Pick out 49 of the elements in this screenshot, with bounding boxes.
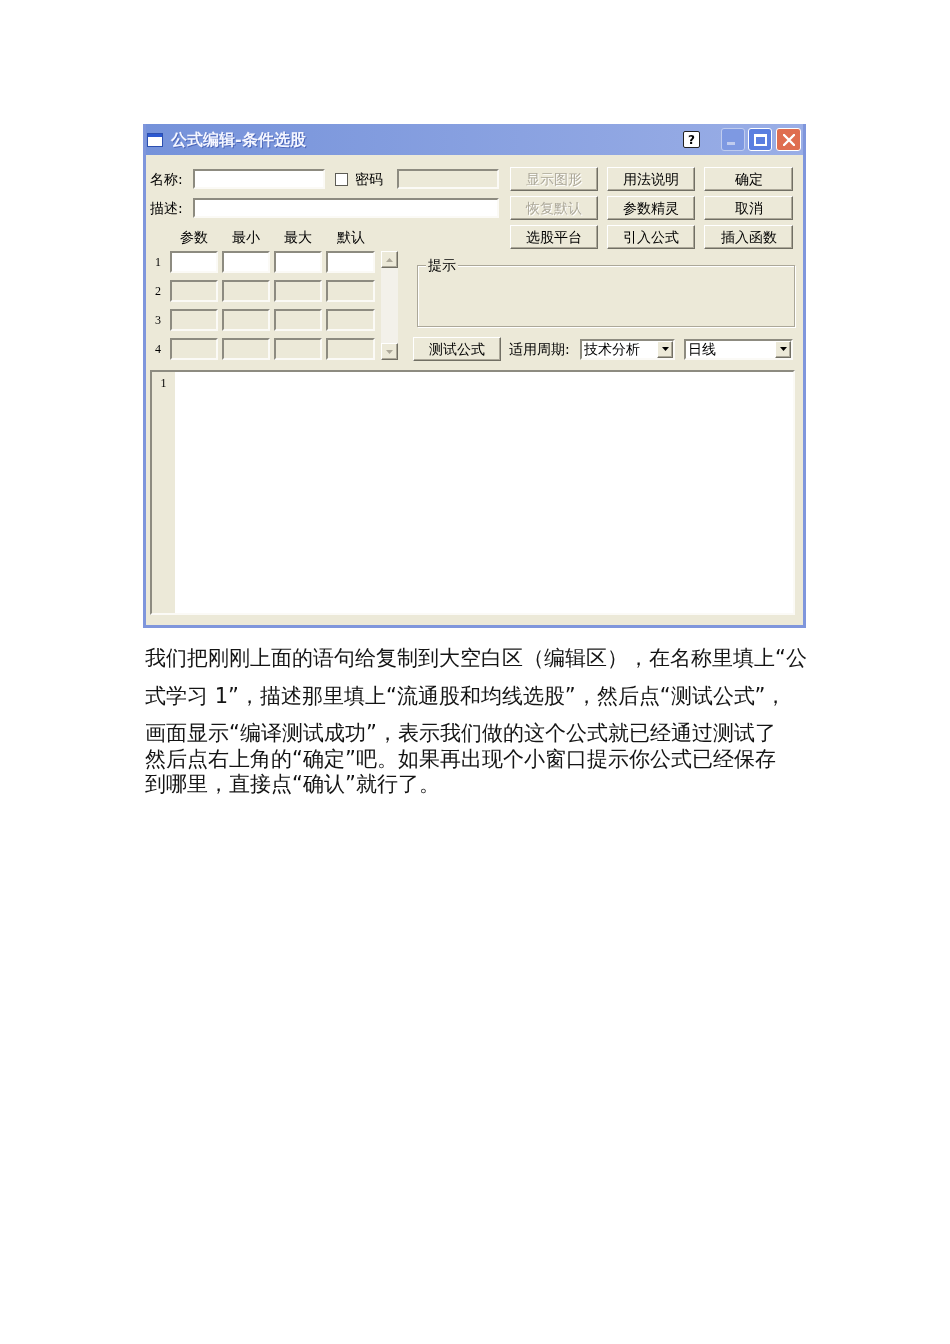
dialog-button[interactable]: 确定 <box>704 167 793 191</box>
down-arrow-icon <box>386 349 393 354</box>
description-label: 描述: <box>150 198 184 218</box>
body-paragraph: 我们把刚刚上面的语句给复制到大空白区（编辑区），在名称里填上“公 式学习 1”，描述那里填上“流通股和均线选股”，然后点“测试公式”， 画面显示“编译测试成功”，表示我们做的这个公式就已经通过测试了 <box>145 645 808 747</box>
param-field[interactable] <box>274 251 322 273</box>
caret-icon <box>657 340 673 358</box>
row-number: 3 <box>154 312 162 329</box>
close-icon <box>782 133 795 146</box>
maximize-button[interactable] <box>748 128 772 151</box>
period-label: 适用周期: <box>509 339 571 359</box>
caret-icon <box>775 340 791 358</box>
dialog-button[interactable]: 用法说明 <box>607 167 695 191</box>
row-number: 4 <box>154 341 162 358</box>
param-field[interactable] <box>170 251 218 273</box>
name-field[interactable] <box>193 169 325 189</box>
test-button[interactable]: 测试公式 <box>413 337 501 361</box>
maximize-icon <box>753 133 767 146</box>
dialog-button[interactable]: 取消 <box>704 196 793 220</box>
dialog-button[interactable]: 选股平台 <box>510 225 598 249</box>
password-checkbox[interactable] <box>335 172 348 186</box>
up-arrow-icon <box>386 257 393 262</box>
description-field[interactable] <box>193 198 499 218</box>
param-field[interactable] <box>326 251 375 273</box>
dialog-button[interactable]: 参数精灵 <box>607 196 695 220</box>
column-header: 参数 <box>179 228 209 246</box>
column-header: 默认 <box>335 228 366 246</box>
row-number: 1 <box>154 254 162 271</box>
scroll-up-button[interactable] <box>381 251 398 268</box>
code-editor[interactable]: 1 <box>150 370 795 615</box>
window-icon <box>147 132 163 147</box>
dialog-button[interactable]: 引入公式 <box>607 225 695 249</box>
period-dropdown[interactable]: 日线 <box>684 338 793 360</box>
password-label: 密码 <box>355 169 383 189</box>
close-button[interactable] <box>776 128 801 151</box>
line-number: 1 <box>160 376 167 390</box>
help-button[interactable]: ? <box>683 131 700 148</box>
row-number: 2 <box>154 283 162 300</box>
scroll-down-button[interactable] <box>381 343 398 360</box>
minimize-icon <box>727 142 735 145</box>
hint-label: 提示 <box>426 256 458 274</box>
param-field[interactable] <box>222 251 270 273</box>
column-header: 最大 <box>283 228 313 246</box>
dialog-button[interactable]: 插入函数 <box>704 225 793 249</box>
name-label: 名称: <box>150 169 184 189</box>
window-title: 公式编辑-条件选股 <box>171 128 306 151</box>
body-paragraph: 然后点右上角的“确定”吧。如果再出现个小窗口提示你公式已经保存 到哪里，直接点“确认”就行了。 <box>145 746 777 797</box>
column-header: 最小 <box>231 228 261 246</box>
scrollbar-track[interactable] <box>381 251 398 360</box>
period-dropdown[interactable]: 技术分析 <box>580 338 675 360</box>
